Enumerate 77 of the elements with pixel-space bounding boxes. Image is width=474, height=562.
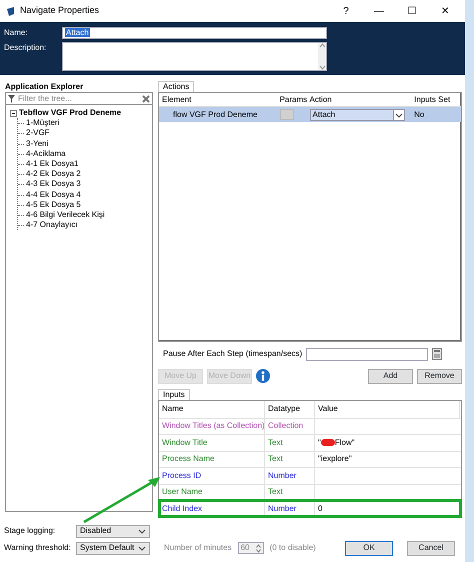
caret-icon	[394, 112, 403, 118]
window-title: Navigate Properties	[20, 4, 100, 18]
stage-logging-dropdown[interactable]: Disabled	[76, 524, 150, 538]
table-cell: Number	[268, 502, 296, 515]
collapse-icon[interactable]	[10, 110, 17, 117]
table-cell: Text	[268, 486, 283, 498]
params-button[interactable]	[280, 109, 294, 120]
minimize-button[interactable]: —	[365, 4, 393, 18]
table-cell: Number	[268, 470, 296, 482]
field-label: Name:	[4, 27, 29, 39]
tree-item[interactable]: 4-4 Ek Dosya 4	[26, 190, 81, 200]
table-cell: flow VGF Prod Deneme	[173, 110, 258, 118]
tree-item[interactable]: 4-2 Ek Dosya 2	[26, 169, 81, 180]
close-button[interactable]: ✕	[431, 4, 459, 18]
field-label: Description:	[4, 42, 48, 54]
dialog-button[interactable]: OK	[345, 540, 393, 556]
tree-group[interactable]: Tebflow VGF Prod Deneme	[19, 108, 122, 118]
table-cell: "iexplore"	[318, 453, 352, 466]
column-header: Inputs Set	[413, 94, 452, 106]
scroll-down-icon	[318, 65, 326, 70]
tab[interactable]: Actions	[158, 81, 194, 92]
tree-item[interactable]: 4-7 Onaylayıcı	[26, 220, 78, 230]
name-field[interactable]: Attach	[62, 27, 327, 39]
scroll-up-icon	[318, 43, 326, 48]
table-cell: User Name	[162, 486, 202, 498]
column-header: Element	[161, 94, 192, 106]
column-header: Action	[308, 94, 333, 106]
caret-icon	[138, 528, 146, 534]
table-cell: Child Index	[162, 502, 202, 515]
action-button[interactable]: Add	[368, 368, 413, 384]
table-cell: Process ID	[162, 470, 202, 482]
table-cell: "	[318, 436, 321, 449]
action-button[interactable]: Remove	[417, 368, 462, 384]
table-cell: Text	[268, 436, 283, 449]
table-cell: Window Title	[162, 436, 208, 449]
table-cell: Window Titles (as Collection)	[162, 420, 264, 432]
tree-item[interactable]: 4-1 Ek Dosya1	[26, 158, 78, 170]
spinner-icon	[256, 544, 261, 552]
help-button[interactable]: ?	[332, 4, 360, 18]
column-header: Datatype	[268, 403, 300, 416]
table-cell: Process Name	[162, 453, 214, 466]
tree-item[interactable]: 4-3 Ek Dosya 3	[26, 179, 81, 190]
field-label: Warning threshold:	[4, 542, 70, 554]
field-label: Stage logging:	[4, 525, 56, 537]
table-cell: Flow"	[334, 436, 355, 449]
app-icon	[6, 6, 15, 16]
tab[interactable]: Inputs	[158, 389, 190, 400]
maximize-button[interactable]: ☐	[398, 4, 426, 18]
column-header: Value	[318, 403, 338, 416]
info-icon	[256, 369, 270, 383]
tree-item[interactable]: 1-Müşteri	[26, 118, 60, 128]
action-dropdown[interactable]: Attach	[310, 108, 405, 120]
table-row[interactable]: flow VGF Prod Deneme Attach No	[159, 107, 461, 122]
tree-item[interactable]: 4-6 Bilgi Verilecek Kişi	[26, 210, 105, 220]
table-cell: Collection	[268, 420, 304, 432]
table-cell: 0	[318, 502, 322, 515]
column-header: Params	[278, 94, 306, 106]
table-cell: Text	[268, 453, 283, 466]
warning-threshold-dropdown[interactable]: System Default	[76, 542, 150, 554]
column-header: Name	[162, 403, 184, 416]
caret-icon	[138, 545, 146, 551]
field-label: Number of minutes	[164, 542, 232, 554]
calculator-icon	[432, 348, 442, 360]
tree-item[interactable]: 3-Yeni	[26, 138, 48, 149]
pause-field[interactable]	[306, 348, 428, 360]
description-field[interactable]	[62, 42, 327, 71]
table-cell: No	[414, 110, 424, 118]
tree-item[interactable]: 2-VGF	[26, 128, 50, 139]
dialog-button[interactable]: Cancel	[407, 540, 455, 556]
filter-field[interactable]: Filter the tree...	[5, 92, 153, 105]
hint-text: (0 to disable)	[270, 542, 316, 554]
clear-icon	[142, 94, 150, 102]
filter-icon	[8, 94, 15, 102]
field-label: Pause After Each Step (timespan/secs)	[163, 348, 302, 360]
tree-item[interactable]: 4-5 Ek Dosya 5	[26, 200, 81, 210]
panel-title: Application Explorer	[5, 81, 84, 92]
tree-item[interactable]: 4-Aciklama	[26, 148, 66, 159]
